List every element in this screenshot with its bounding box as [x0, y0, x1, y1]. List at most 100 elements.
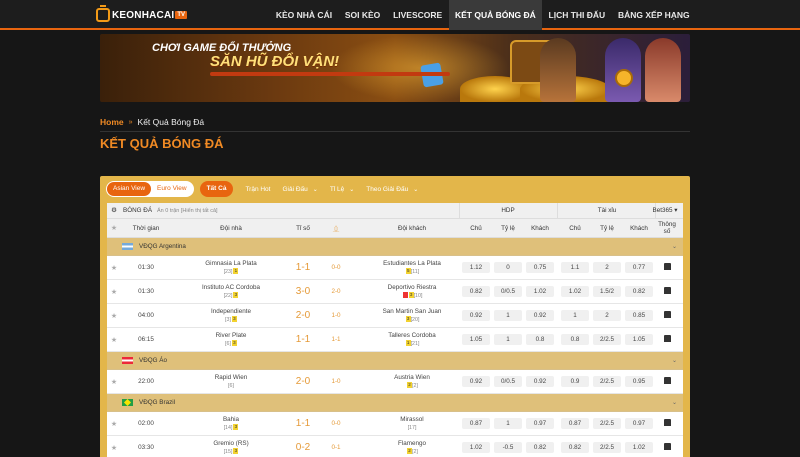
match-row[interactable]: ★ 22:00 Rapid Wien [6] 2-0 1-0 Austria Wien 2[2…: [107, 370, 683, 394]
league-name: VĐQG Argentina: [139, 243, 186, 250]
home-rank: [6]: [225, 340, 231, 347]
star-icon[interactable]: ★: [107, 312, 121, 320]
hdp-line-cell: 0: [493, 262, 523, 273]
ou-line-cell: 2/2.5: [592, 334, 622, 345]
away-team-cell[interactable]: San Martin San Juan 3[20]: [352, 308, 472, 324]
site-logo[interactable]: KEONHACAI TV: [96, 5, 188, 24]
nav-item[interactable]: KẾT QUẢ BÓNG ĐÁ: [448, 0, 543, 30]
star-icon[interactable]: ★: [107, 444, 121, 452]
shirt-icon: [663, 335, 671, 342]
tab-hot[interactable]: Trận Hot: [245, 186, 270, 193]
nav-item[interactable]: SOI KÈO: [338, 0, 386, 30]
away-team-cell[interactable]: Talleres Cordoba 1[21]: [352, 332, 472, 348]
view-switch: Asian View Euro View: [106, 181, 194, 197]
home-team-cell[interactable]: Gimnasia La Plata [23] 1: [177, 260, 285, 276]
star-icon[interactable]: ★: [107, 264, 121, 272]
table-header-columns: ★ Thời gian Đội nhà Tỉ số ⏂ Đội khách Ch…: [107, 219, 683, 238]
sort-dropdown-label: Theo Giải Đấu: [366, 185, 409, 193]
ou-over-odd: 0.87: [561, 418, 589, 429]
ou-under-odd-cell: 0.85: [624, 310, 654, 321]
sort-dropdown[interactable]: Theo Giải Đấu ⌄: [366, 186, 418, 193]
promo-banner[interactable]: CHƠI GAME ĐỔI THƯỞNG SĂN HŨ ĐỔI VẬN!: [100, 34, 690, 102]
score: 2-0: [295, 376, 311, 387]
match-row[interactable]: ★ 01:30 Gimnasia La Plata [23] 1 1-1 0-0 Estudi…: [107, 256, 683, 280]
home-team-cell[interactable]: Independiente [3] 3: [177, 308, 285, 324]
stats-button[interactable]: [654, 377, 680, 386]
match-row[interactable]: ★ 01:30 Instituto AC Cordoba [22] 3 3-0 2-0 Dep…: [107, 280, 683, 304]
col-hdp-line: Tỷ lệ: [501, 224, 515, 232]
odds-dropdown[interactable]: Tỉ Lệ ⌄: [330, 186, 354, 193]
chevron-down-icon[interactable]: ⌄: [672, 399, 677, 406]
chevron-down-icon[interactable]: ⌄: [672, 357, 677, 364]
star-icon[interactable]: ★: [107, 420, 121, 428]
match-time: 01:30: [138, 288, 154, 295]
league-header[interactable]: VĐQG Argentina ⌄: [107, 238, 683, 256]
logo-text: KEONHACAI: [112, 9, 175, 21]
league-dropdown-label: Giải Đấu: [282, 185, 308, 193]
gear-icon[interactable]: ⚙: [110, 207, 118, 214]
coin-icon: [615, 69, 633, 87]
nav-item[interactable]: LỊCH THI ĐẤU: [542, 0, 611, 30]
chevron-down-icon: ⌄: [413, 186, 419, 193]
chevron-down-icon[interactable]: ⌄: [672, 243, 677, 250]
stats-button[interactable]: [654, 443, 680, 452]
euro-view-button[interactable]: Euro View: [151, 182, 193, 196]
stats-button[interactable]: [654, 419, 680, 428]
hdp-home-odd-cell: 1.12: [461, 262, 491, 273]
match-row[interactable]: ★ 02:00 Bahia [14] 3 1-1 0-0 Mirassol [17] 0.87 1 0…: [107, 412, 683, 436]
league-dropdown[interactable]: Giải Đấu ⌄: [282, 186, 317, 193]
away-team-cell[interactable]: Deportivo Riestra 3[10]: [352, 284, 472, 300]
hidden-matches-link[interactable]: Ẩn 0 trận [Hiển thị tất cả]: [157, 208, 277, 214]
home-team-cell[interactable]: Gremio (RS) [15] 3: [177, 440, 285, 456]
nav-item[interactable]: BẢNG XẾP HẠNG: [612, 0, 696, 30]
hdp-home-odd: 0.82: [462, 286, 490, 297]
away-rank: [11]: [410, 268, 420, 275]
tab-hot-label: Trận Hot: [245, 185, 271, 193]
star-icon[interactable]: ★: [107, 378, 121, 386]
asian-view-button[interactable]: Asian View: [107, 182, 152, 196]
nav-item[interactable]: KÈO NHÀ CÁI: [269, 0, 338, 30]
top-nav: KEONHACAI TV KÈO NHÀ CÁI SOI KÈO LIVESCORE…: [0, 0, 800, 30]
nav-item[interactable]: LIVESCORE: [387, 0, 449, 30]
hdp-away-odd-cell: 0.92: [525, 376, 555, 387]
hdp-line: 1: [494, 418, 522, 429]
match-row[interactable]: ★ 04:00 Independiente [3] 3 2-0 1-0 San Martin …: [107, 304, 683, 328]
away-team-name: Deportivo Riestra: [387, 283, 437, 291]
stats-button[interactable]: [654, 287, 680, 296]
chevron-down-icon: ⌄: [349, 186, 355, 193]
league-header[interactable]: VĐQG Áo ⌄: [107, 352, 683, 370]
home-team-cell[interactable]: Instituto AC Cordoba [22] 3: [177, 284, 285, 300]
star-icon[interactable]: ★: [107, 336, 121, 344]
hdp-away-odd-cell: 0.97: [525, 418, 555, 429]
away-rank: [2]: [412, 448, 418, 455]
away-team-meta: 2[2]: [352, 448, 472, 456]
stats-button[interactable]: [654, 263, 680, 272]
ou-line-cell: 2/2.5: [592, 376, 622, 387]
match-row[interactable]: ★ 06:15 River Plate [6] 3 1-1 1-1 Talleres Cord…: [107, 328, 683, 352]
match-time: 03:30: [138, 444, 154, 451]
away-team-cell[interactable]: Flamengo 2[2]: [352, 440, 472, 456]
home-rank: [23]: [223, 268, 233, 275]
tab-all[interactable]: Tất Cả: [199, 181, 234, 197]
breadcrumb-home[interactable]: Home: [100, 117, 124, 127]
hdp-away-odd: 0.82: [526, 442, 554, 453]
ou-under-odd: 1.05: [625, 334, 653, 345]
red-card-badge: [402, 292, 408, 299]
home-team-cell[interactable]: Bahia [14] 3: [177, 416, 285, 432]
hdp-home-odd: 1.12: [462, 262, 490, 273]
away-team-cell[interactable]: Austria Wien 2[2]: [352, 374, 472, 390]
home-team-cell[interactable]: Rapid Wien [6]: [177, 374, 285, 390]
stats-button[interactable]: [654, 335, 680, 344]
league-header[interactable]: VĐQG Brazil ⌄: [107, 394, 683, 412]
match-row[interactable]: ★ 03:30 Gremio (RS) [15] 3 0-2 0-1 Flamengo 2[2]…: [107, 436, 683, 457]
bookmaker-select[interactable]: Bet365 ▾: [647, 207, 683, 214]
away-team-name: Talleres Cordoba: [388, 331, 436, 339]
away-team-meta: [17]: [352, 424, 472, 432]
star-icon[interactable]: ★: [107, 288, 121, 296]
away-team-meta: 3[10]: [352, 292, 472, 300]
away-team-cell[interactable]: Mirassol [17]: [352, 416, 472, 432]
away-team-cell[interactable]: Estudiantes La Plata 5[11]: [352, 260, 472, 276]
logo-badge: TV: [175, 11, 188, 19]
home-team-cell[interactable]: River Plate [6] 3: [177, 332, 285, 348]
stats-button[interactable]: [654, 311, 680, 320]
